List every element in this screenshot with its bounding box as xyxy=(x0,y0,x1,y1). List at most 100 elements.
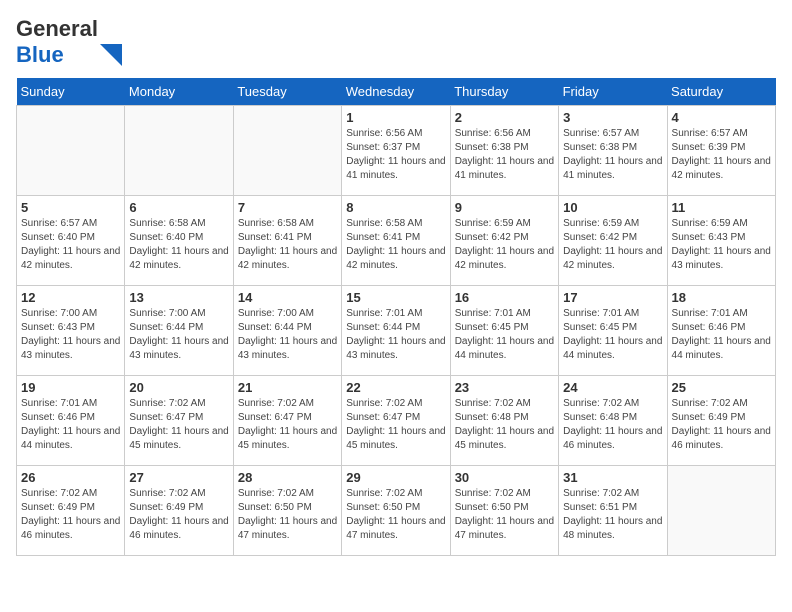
day-number: 4 xyxy=(672,110,771,125)
day-number: 7 xyxy=(238,200,337,215)
day-info: Sunrise: 7:01 AMSunset: 6:44 PMDaylight:… xyxy=(346,307,445,363)
day-info: Sunrise: 7:02 AMSunset: 6:48 PMDaylight:… xyxy=(455,397,554,453)
weekday-header-thursday: Thursday xyxy=(450,78,558,106)
day-number: 3 xyxy=(563,110,662,125)
calendar-cell xyxy=(233,106,341,196)
calendar-cell: 19 Sunrise: 7:01 AMSunset: 6:46 PMDayligh… xyxy=(17,376,125,466)
calendar-cell: 27 Sunrise: 7:02 AMSunset: 6:49 PMDayligh… xyxy=(125,466,233,556)
day-number: 14 xyxy=(238,290,337,305)
day-info: Sunrise: 7:02 AMSunset: 6:49 PMDaylight:… xyxy=(21,487,120,543)
logo-general: General xyxy=(16,16,98,41)
calendar-cell: 22 Sunrise: 7:02 AMSunset: 6:47 PMDayligh… xyxy=(342,376,450,466)
calendar-week-row: 1Sunrise: 6:56 AMSunset: 6:37 PMDaylight… xyxy=(17,106,776,196)
day-info: Sunrise: 7:02 AMSunset: 6:47 PMDaylight:… xyxy=(238,397,337,453)
day-info: Sunrise: 7:00 AMSunset: 6:43 PMDaylight:… xyxy=(21,307,120,363)
day-info: Sunrise: 6:57 AMSunset: 6:39 PMDaylight:… xyxy=(672,127,771,183)
day-info: Sunrise: 7:02 AMSunset: 6:50 PMDaylight:… xyxy=(346,487,445,543)
calendar-cell: 2 Sunrise: 6:56 AMSunset: 6:38 PMDaylight… xyxy=(450,106,558,196)
page-header: General Blue xyxy=(16,16,776,68)
calendar-cell: 9 Sunrise: 6:59 AMSunset: 6:42 PMDaylight… xyxy=(450,196,558,286)
day-number: 22 xyxy=(346,380,445,395)
day-number: 17 xyxy=(563,290,662,305)
calendar-cell: 21Sunrise: 7:02 AMSunset: 6:47 PMDayligh… xyxy=(233,376,341,466)
day-number: 27 xyxy=(129,470,228,485)
day-number: 28 xyxy=(238,470,337,485)
weekday-header-friday: Friday xyxy=(559,78,667,106)
calendar-week-row: 26 Sunrise: 7:02 AMSunset: 6:49 PMDayligh… xyxy=(17,466,776,556)
day-info: Sunrise: 6:56 AMSunset: 6:37 PMDaylight:… xyxy=(346,127,445,183)
calendar-cell: 13 Sunrise: 7:00 AMSunset: 6:44 PMDayligh… xyxy=(125,286,233,376)
calendar-cell: 26 Sunrise: 7:02 AMSunset: 6:49 PMDayligh… xyxy=(17,466,125,556)
weekday-header-tuesday: Tuesday xyxy=(233,78,341,106)
day-info: Sunrise: 7:01 AMSunset: 6:46 PMDaylight:… xyxy=(672,307,771,363)
calendar-week-row: 19 Sunrise: 7:01 AMSunset: 6:46 PMDayligh… xyxy=(17,376,776,466)
day-info: Sunrise: 7:01 AMSunset: 6:45 PMDaylight:… xyxy=(563,307,662,363)
weekday-header-saturday: Saturday xyxy=(667,78,775,106)
calendar-week-row: 5Sunrise: 6:57 AMSunset: 6:40 PMDaylight… xyxy=(17,196,776,286)
calendar-cell: 12Sunrise: 7:00 AMSunset: 6:43 PMDayligh… xyxy=(17,286,125,376)
calendar-cell: 17 Sunrise: 7:01 AMSunset: 6:45 PMDayligh… xyxy=(559,286,667,376)
day-info: Sunrise: 7:00 AMSunset: 6:44 PMDaylight:… xyxy=(129,307,228,363)
weekday-header-sunday: Sunday xyxy=(17,78,125,106)
calendar-table: SundayMondayTuesdayWednesdayThursdayFrid… xyxy=(16,78,776,556)
calendar-cell: 6 Sunrise: 6:58 AMSunset: 6:40 PMDaylight… xyxy=(125,196,233,286)
day-info: Sunrise: 7:02 AMSunset: 6:47 PMDaylight:… xyxy=(346,397,445,453)
calendar-cell: 14 Sunrise: 7:00 AMSunset: 6:44 PMDayligh… xyxy=(233,286,341,376)
day-number: 26 xyxy=(21,470,120,485)
day-info: Sunrise: 6:58 AMSunset: 6:40 PMDaylight:… xyxy=(129,217,228,273)
calendar-cell: 25Sunrise: 7:02 AMSunset: 6:49 PMDayligh… xyxy=(667,376,775,466)
day-info: Sunrise: 7:02 AMSunset: 6:50 PMDaylight:… xyxy=(455,487,554,543)
calendar-cell: 4 Sunrise: 6:57 AMSunset: 6:39 PMDaylight… xyxy=(667,106,775,196)
day-number: 31 xyxy=(563,470,662,485)
day-info: Sunrise: 6:59 AMSunset: 6:42 PMDaylight:… xyxy=(563,217,662,273)
day-number: 8 xyxy=(346,200,445,215)
day-number: 15 xyxy=(346,290,445,305)
day-number: 11 xyxy=(672,200,771,215)
calendar-cell: 30Sunrise: 7:02 AMSunset: 6:50 PMDayligh… xyxy=(450,466,558,556)
day-info: Sunrise: 6:59 AMSunset: 6:42 PMDaylight:… xyxy=(455,217,554,273)
day-info: Sunrise: 7:02 AMSunset: 6:51 PMDaylight:… xyxy=(563,487,662,543)
calendar-cell: 11 Sunrise: 6:59 AMSunset: 6:43 PMDayligh… xyxy=(667,196,775,286)
calendar-cell: 5Sunrise: 6:57 AMSunset: 6:40 PMDaylight… xyxy=(17,196,125,286)
calendar-cell: 29 Sunrise: 7:02 AMSunset: 6:50 PMDayligh… xyxy=(342,466,450,556)
day-number: 2 xyxy=(455,110,554,125)
day-number: 29 xyxy=(346,470,445,485)
calendar-cell: 10Sunrise: 6:59 AMSunset: 6:42 PMDayligh… xyxy=(559,196,667,286)
logo-wordmark: General Blue xyxy=(16,16,122,68)
day-number: 23 xyxy=(455,380,554,395)
calendar-cell: 31 Sunrise: 7:02 AMSunset: 6:51 PMDayligh… xyxy=(559,466,667,556)
calendar-cell: 1Sunrise: 6:56 AMSunset: 6:37 PMDaylight… xyxy=(342,106,450,196)
calendar-cell: 8 Sunrise: 6:58 AMSunset: 6:41 PMDaylight… xyxy=(342,196,450,286)
calendar-cell xyxy=(17,106,125,196)
day-number: 25 xyxy=(672,380,771,395)
day-info: Sunrise: 7:02 AMSunset: 6:49 PMDaylight:… xyxy=(129,487,228,543)
day-info: Sunrise: 7:02 AMSunset: 6:47 PMDaylight:… xyxy=(129,397,228,453)
day-info: Sunrise: 7:02 AMSunset: 6:50 PMDaylight:… xyxy=(238,487,337,543)
day-info: Sunrise: 6:58 AMSunset: 6:41 PMDaylight:… xyxy=(346,217,445,273)
logo: General Blue xyxy=(16,16,122,68)
calendar-cell: 18 Sunrise: 7:01 AMSunset: 6:46 PMDayligh… xyxy=(667,286,775,376)
calendar-cell xyxy=(125,106,233,196)
day-number: 13 xyxy=(129,290,228,305)
day-number: 18 xyxy=(672,290,771,305)
day-info: Sunrise: 6:59 AMSunset: 6:43 PMDaylight:… xyxy=(672,217,771,273)
day-info: Sunrise: 7:01 AMSunset: 6:46 PMDaylight:… xyxy=(21,397,120,453)
calendar-cell: 28 Sunrise: 7:02 AMSunset: 6:50 PMDayligh… xyxy=(233,466,341,556)
weekday-header-wednesday: Wednesday xyxy=(342,78,450,106)
day-info: Sunrise: 7:01 AMSunset: 6:45 PMDaylight:… xyxy=(455,307,554,363)
day-info: Sunrise: 7:02 AMSunset: 6:48 PMDaylight:… xyxy=(563,397,662,453)
day-number: 19 xyxy=(21,380,120,395)
day-info: Sunrise: 6:57 AMSunset: 6:38 PMDaylight:… xyxy=(563,127,662,183)
day-number: 9 xyxy=(455,200,554,215)
day-number: 20 xyxy=(129,380,228,395)
calendar-cell: 7 Sunrise: 6:58 AMSunset: 6:41 PMDaylight… xyxy=(233,196,341,286)
weekday-header-row: SundayMondayTuesdayWednesdayThursdayFrid… xyxy=(17,78,776,106)
day-number: 6 xyxy=(129,200,228,215)
day-info: Sunrise: 7:00 AMSunset: 6:44 PMDaylight:… xyxy=(238,307,337,363)
day-number: 5 xyxy=(21,200,120,215)
day-info: Sunrise: 6:56 AMSunset: 6:38 PMDaylight:… xyxy=(455,127,554,183)
calendar-cell: 3 Sunrise: 6:57 AMSunset: 6:38 PMDaylight… xyxy=(559,106,667,196)
calendar-cell: 20 Sunrise: 7:02 AMSunset: 6:47 PMDayligh… xyxy=(125,376,233,466)
day-number: 24 xyxy=(563,380,662,395)
day-info: Sunrise: 6:58 AMSunset: 6:41 PMDaylight:… xyxy=(238,217,337,273)
